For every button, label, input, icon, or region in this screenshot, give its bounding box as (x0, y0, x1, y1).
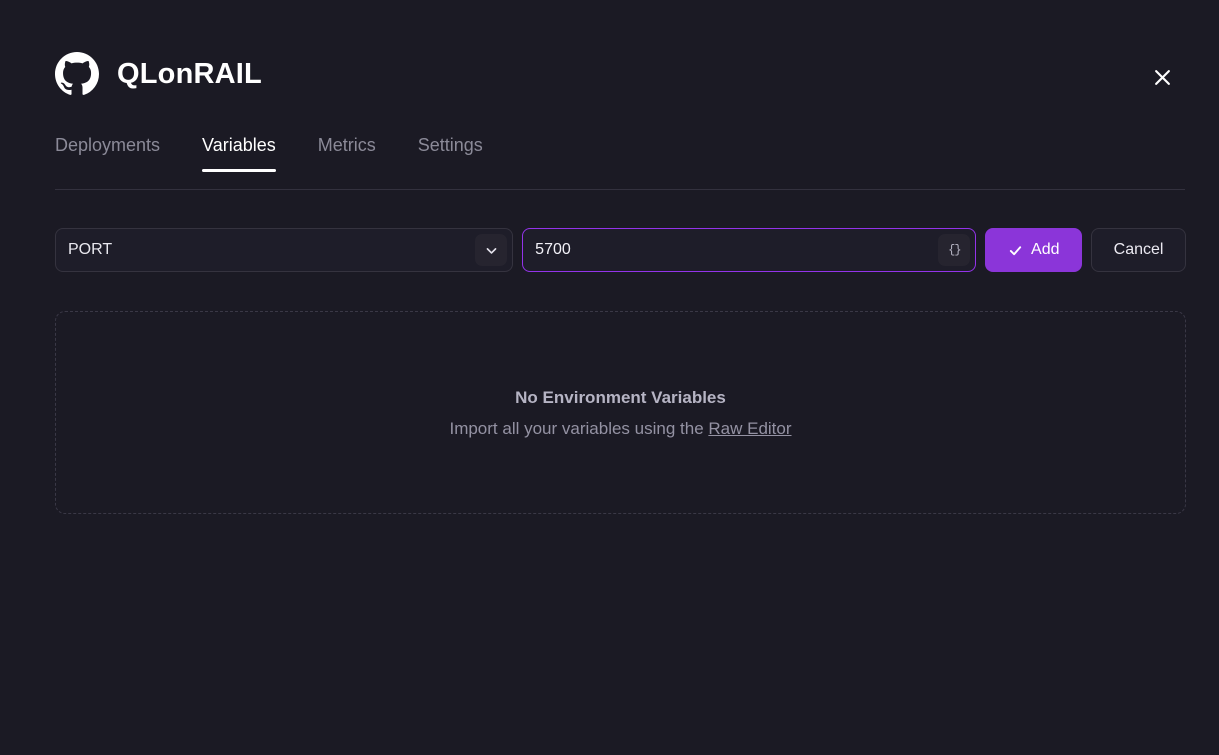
page-title: QLonRAIL (117, 57, 262, 90)
chevron-down-icon (485, 244, 498, 257)
cancel-button-label: Cancel (1113, 241, 1164, 258)
variable-form-row: PORT 5700 {} Add Cancel (55, 228, 1186, 272)
empty-state-subtitle: Import all your variables using the Raw … (449, 420, 791, 437)
variables-page: QLonRAIL Deployments Variables Metrics S… (0, 0, 1219, 755)
cancel-button[interactable]: Cancel (1091, 228, 1186, 272)
empty-state-subtitle-text: Import all your variables using the (449, 418, 709, 438)
github-icon (55, 52, 99, 96)
variable-value-input[interactable]: 5700 {} (522, 228, 977, 272)
braces-icon[interactable]: {} (938, 234, 971, 266)
tab-metrics[interactable]: Metrics (318, 136, 376, 171)
app-header: QLonRAIL (55, 52, 262, 96)
tab-bar: Deployments Variables Metrics Settings (55, 136, 1185, 190)
variable-key-select[interactable]: PORT (55, 228, 514, 272)
tab-settings[interactable]: Settings (418, 136, 483, 171)
tab-variables[interactable]: Variables (202, 136, 276, 172)
tab-deployments[interactable]: Deployments (55, 136, 160, 171)
close-icon (1154, 69, 1171, 86)
add-button[interactable]: Add (985, 228, 1083, 272)
close-button[interactable] (1145, 60, 1179, 94)
key-dropdown-button[interactable] (475, 234, 508, 266)
check-icon (1008, 243, 1023, 258)
empty-state-panel: No Environment Variables Import all your… (55, 311, 1186, 514)
empty-state-title: No Environment Variables (515, 387, 726, 407)
variable-key-value: PORT (68, 241, 113, 258)
add-button-label: Add (1031, 241, 1060, 258)
variable-value-text: 5700 (535, 241, 571, 258)
raw-editor-link[interactable]: Raw Editor (708, 419, 791, 438)
